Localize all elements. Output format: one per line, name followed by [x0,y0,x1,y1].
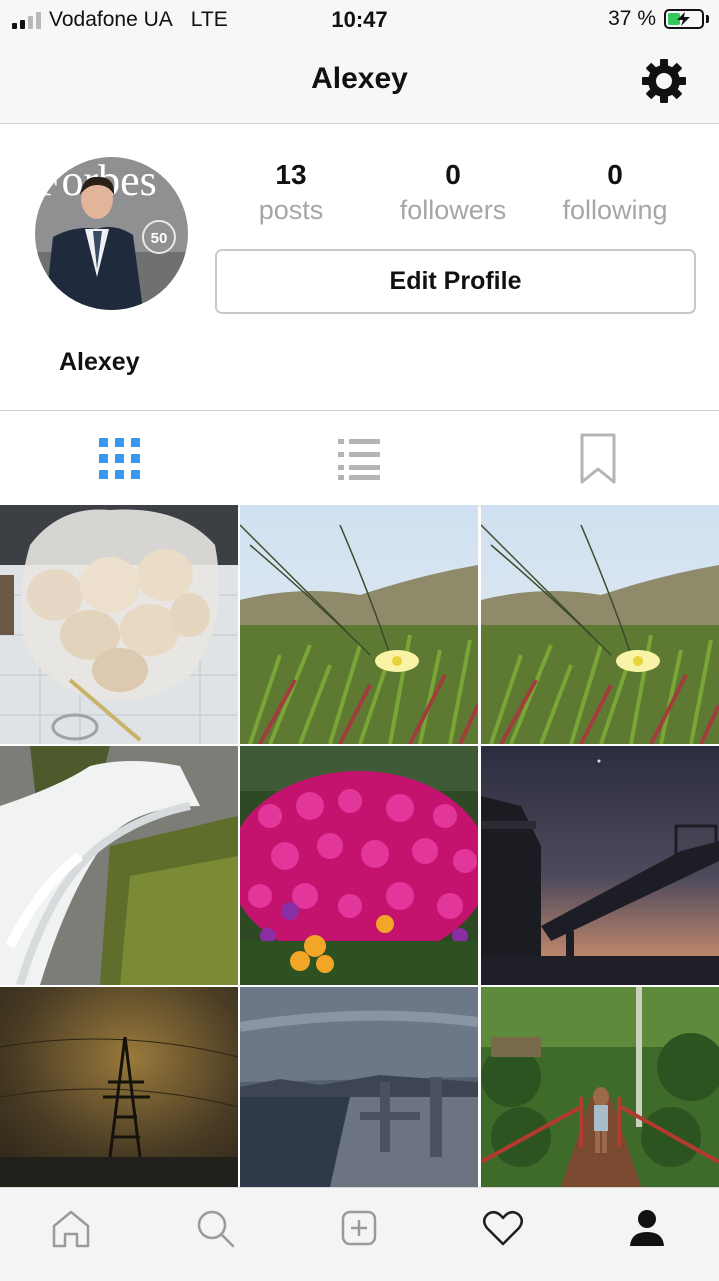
heart-icon[interactable] [481,1206,525,1250]
status-bar: Vodafone UA LTE 10:47 37 % [0,0,719,40]
following-label: following [562,195,668,225]
tab-grid[interactable] [90,431,150,486]
battery-percent: 37 % [608,7,656,30]
nav-bar: Alexey [0,40,719,124]
post-thumbnail-crane-sunset[interactable] [481,746,719,985]
post-thumbnail-waterfall[interactable] [0,746,238,985]
post-thumbnail-mushrooms[interactable] [0,505,238,744]
posts-count: 13 [275,159,307,190]
stat-following[interactable]: 0 following [530,158,700,228]
tab-list[interactable] [329,431,389,486]
photo-grid [0,505,719,1187]
add-post-icon[interactable] [337,1206,381,1250]
stat-followers[interactable]: 0 followers [368,158,538,228]
profile-tabs [0,410,719,507]
avatar[interactable]: Forbes 50 [35,157,188,310]
avatar-badge-text: 50 [151,230,168,247]
tab-saved[interactable] [568,431,628,486]
home-icon[interactable] [49,1206,93,1250]
stat-posts[interactable]: 13 posts [206,158,376,228]
status-right: 37 % [608,7,709,31]
post-thumbnail-grass-flower-2[interactable] [481,505,719,744]
post-thumbnail-grass-flower[interactable] [240,505,478,744]
followers-count: 0 [445,159,461,190]
grid-icon [99,437,140,479]
nav-title: Alexey [311,62,408,95]
bottom-tab-bar [0,1187,719,1281]
search-icon[interactable] [193,1206,237,1250]
profile-icon[interactable] [625,1206,669,1250]
bookmark-icon [580,433,616,483]
followers-label: followers [399,195,507,225]
post-thumbnail-pink-flowers[interactable] [240,746,478,985]
battery-cap [706,15,709,23]
list-icon [338,438,380,480]
gear-icon[interactable] [639,56,689,106]
posts-label: posts [258,195,324,225]
battery-icon [664,9,704,29]
edit-profile-button[interactable]: Edit Profile [215,249,696,314]
profile-name: Alexey [59,348,140,376]
following-count: 0 [607,159,623,190]
